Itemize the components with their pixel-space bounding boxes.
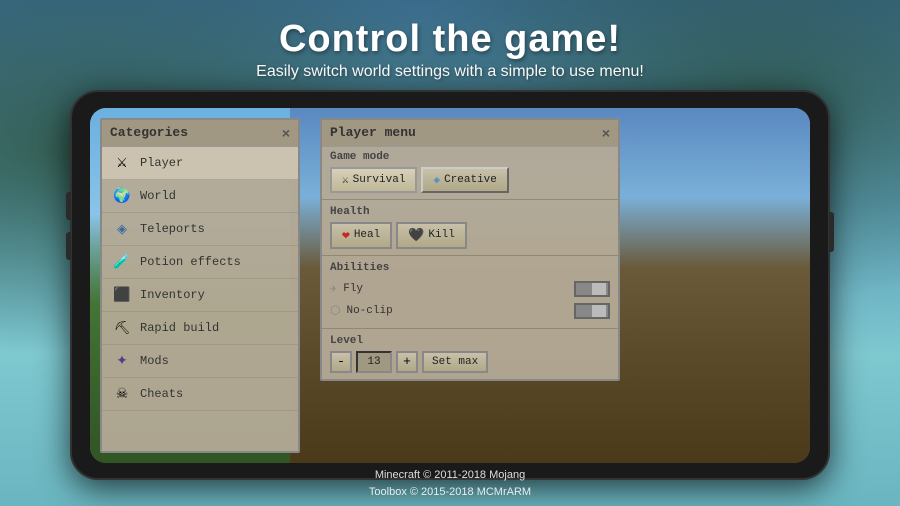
level-minus-button[interactable]: - <box>330 351 352 373</box>
phone-power-button <box>829 212 834 252</box>
creative-button[interactable]: ◈ Creative <box>421 167 508 193</box>
divider-2 <box>322 255 618 256</box>
pickaxe-icon <box>112 318 132 338</box>
level-section: - 13 + Set max <box>322 349 618 379</box>
menu-item-cheats[interactable]: ☠ Cheats <box>102 378 298 411</box>
divider-1 <box>322 199 618 200</box>
menu-label-player: Player <box>140 156 183 170</box>
page-title: Control the game! <box>0 18 900 61</box>
set-max-button[interactable]: Set max <box>422 351 488 373</box>
game-mode-section: Survival ◈ Creative <box>322 165 618 199</box>
fly-icon: ✈ <box>330 281 337 296</box>
abilities-label: Abilities <box>322 258 618 276</box>
survival-icon <box>342 173 349 187</box>
noclip-label: No-clip <box>346 305 392 317</box>
heal-label: Heal <box>354 229 380 241</box>
menu-item-world[interactable]: 🌍 World <box>102 180 298 213</box>
menu-item-teleports[interactable]: Teleports <box>102 213 298 246</box>
player-panel-close-button[interactable]: × <box>602 125 610 141</box>
footer-line-2: Toolbox © 2015-2018 MCMrARM <box>0 484 900 501</box>
phone-screen: Categories × Player 🌍 World Teleports 🧪 <box>90 108 810 463</box>
footer-line-1: Minecraft © 2011-2018 Mojang <box>0 467 900 484</box>
menu-label-mods: Mods <box>140 354 169 368</box>
menu-label-cheats: Cheats <box>140 387 183 401</box>
kill-label: Kill <box>428 229 454 241</box>
categories-header: Categories × <box>102 120 298 147</box>
footer: Minecraft © 2011-2018 Mojang Toolbox © 2… <box>0 467 900 500</box>
heart-icon: ❤ <box>342 228 350 243</box>
noclip-row: ⬡ No-clip <box>330 300 610 322</box>
menu-item-player[interactable]: Player <box>102 147 298 180</box>
level-label: Level <box>322 331 618 349</box>
menu-label-teleports: Teleports <box>140 222 205 236</box>
menu-item-potion-effects[interactable]: 🧪 Potion effects <box>102 246 298 279</box>
phone-volume-up <box>66 192 71 220</box>
categories-title: Categories <box>110 125 188 140</box>
survival-button[interactable]: Survival <box>330 167 417 193</box>
noclip-toggle-knob <box>592 305 606 317</box>
abilities-section: ✈ Fly ⬡ No-clip <box>322 276 618 328</box>
panels-container: Categories × Player 🌍 World Teleports 🧪 <box>100 118 800 453</box>
game-mode-label: Game mode <box>322 147 618 165</box>
survival-label: Survival <box>353 174 406 186</box>
teleport-icon <box>112 219 132 239</box>
menu-label-world: World <box>140 189 176 203</box>
fly-row: ✈ Fly <box>330 278 610 300</box>
heal-button[interactable]: ❤ Heal <box>330 222 392 249</box>
skull-icon: ☠ <box>112 384 132 404</box>
menu-label-inventory: Inventory <box>140 288 205 302</box>
potion-icon: 🧪 <box>112 252 132 272</box>
noclip-icon: ⬡ <box>330 303 340 318</box>
page-subtitle: Easily switch world settings with a simp… <box>0 63 900 81</box>
categories-panel: Categories × Player 🌍 World Teleports 🧪 <box>100 118 300 453</box>
divider-3 <box>322 328 618 329</box>
health-label: Health <box>322 202 618 220</box>
menu-item-mods[interactable]: ✦ Mods <box>102 345 298 378</box>
health-section: ❤ Heal 🖤 Kill <box>322 220 618 255</box>
menu-label-rapid-build: Rapid build <box>140 321 219 335</box>
fly-label: Fly <box>343 283 363 295</box>
level-row: - 13 + Set max <box>330 351 610 373</box>
globe-icon: 🌍 <box>112 186 132 206</box>
kill-button[interactable]: 🖤 Kill <box>396 222 467 249</box>
creative-icon: ◈ <box>433 173 440 187</box>
fly-toggle-knob <box>592 283 606 295</box>
player-panel-title: Player menu <box>330 125 416 140</box>
menu-item-inventory[interactable]: ⬛ Inventory <box>102 279 298 312</box>
noclip-label-container: ⬡ No-clip <box>330 303 393 318</box>
mods-icon: ✦ <box>112 351 132 371</box>
player-panel-header: Player menu × <box>322 120 618 147</box>
level-value: 13 <box>356 351 392 373</box>
player-panel: Player menu × Game mode Survival ◈ Creat… <box>320 118 620 381</box>
menu-label-potion-effects: Potion effects <box>140 255 241 269</box>
sword-icon <box>112 153 132 173</box>
chest-icon: ⬛ <box>112 285 132 305</box>
menu-item-rapid-build[interactable]: Rapid build <box>102 312 298 345</box>
health-buttons: ❤ Heal 🖤 Kill <box>330 222 610 249</box>
header: Control the game! Easily switch world se… <box>0 0 900 81</box>
level-plus-button[interactable]: + <box>396 351 418 373</box>
fly-toggle[interactable] <box>574 281 610 297</box>
black-heart-icon: 🖤 <box>408 228 424 243</box>
phone-frame: Categories × Player 🌍 World Teleports 🧪 <box>70 90 830 480</box>
categories-close-button[interactable]: × <box>282 125 290 141</box>
game-mode-buttons: Survival ◈ Creative <box>330 167 610 193</box>
noclip-toggle[interactable] <box>574 303 610 319</box>
phone-volume-down <box>66 232 71 260</box>
fly-label-container: ✈ Fly <box>330 281 363 296</box>
creative-label: Creative <box>444 174 497 186</box>
